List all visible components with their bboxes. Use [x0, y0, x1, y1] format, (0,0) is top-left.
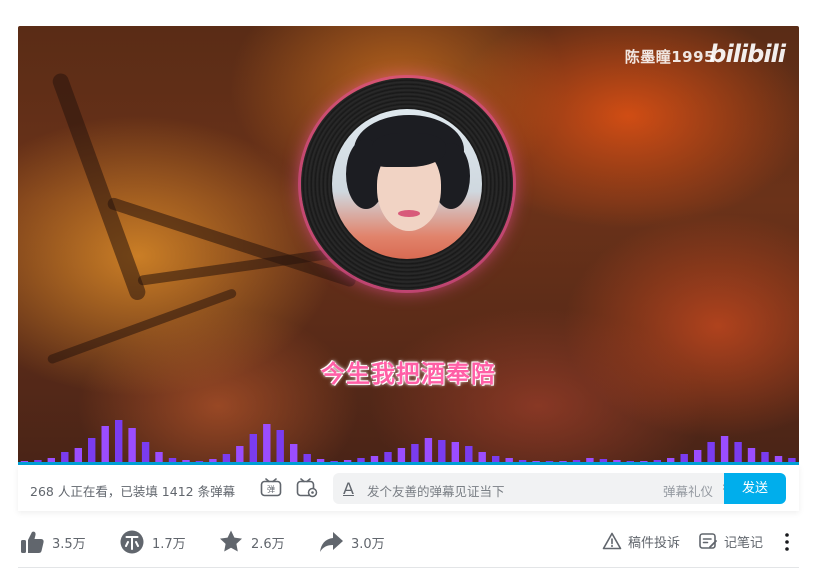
background-branch [50, 71, 148, 303]
section-divider [18, 567, 799, 568]
thumbs-up-icon [21, 531, 44, 553]
share-button[interactable]: 3.0万 [317, 528, 385, 556]
spectrum-bar [276, 430, 284, 464]
spectrum-bar [438, 440, 446, 464]
uploader-watermark: 陈墨瞳1995 [624, 48, 715, 66]
notes-icon [699, 533, 717, 549]
spectrum-bar [128, 428, 136, 464]
video-player[interactable]: 陈墨瞳1995 bilibili 今生我把酒奉陪 [18, 26, 799, 464]
spectrum-bar [101, 426, 109, 464]
favorite-button[interactable]: 2.6万 [217, 528, 285, 556]
spectrum-bar [290, 444, 298, 464]
svg-text:弹: 弹 [267, 484, 275, 494]
like-count: 3.5万 [52, 536, 86, 552]
spectrum-bar [115, 420, 123, 464]
spectrum-bar [734, 442, 742, 464]
more-options-icon[interactable] [782, 531, 792, 553]
warning-icon [602, 532, 622, 550]
spectrum-bar [707, 442, 715, 464]
audio-spectrum [20, 420, 796, 464]
favorite-count: 2.6万 [251, 536, 285, 552]
cover-lips [398, 210, 420, 217]
send-danmaku-button[interactable]: 发送 [724, 473, 786, 504]
report-button[interactable]: 稿件投诉 [602, 531, 680, 551]
danmaku-placeholder: 发个友善的弹幕见证当下 [367, 484, 505, 499]
report-label: 稿件投诉 [628, 535, 681, 551]
spectrum-bar [411, 444, 419, 464]
danmaku-toggle-icon[interactable]: 弹 [260, 478, 282, 498]
bilibili-logo: bilibili [709, 40, 786, 68]
danmaku-input[interactable]: A 发个友善的弹幕见证当下 弹幕礼仪 › [333, 473, 733, 504]
text-style-icon[interactable]: A [343, 479, 354, 498]
spectrum-bar [451, 442, 459, 464]
viewer-count-text: 268 人正在看，已装填 1412 条弹幕 [30, 484, 236, 499]
share-arrow-icon [320, 532, 343, 552]
spectrum-bar [88, 438, 96, 464]
spectrum-bar [424, 438, 433, 464]
spectrum-bar [249, 434, 257, 464]
cover-bangs [372, 133, 446, 167]
coin-count: 1.7万 [152, 536, 186, 552]
lyric-subtitle: 今生我把酒奉陪 [321, 360, 496, 388]
danmaku-settings-icon[interactable] [296, 478, 318, 498]
take-notes-button[interactable]: 记笔记 [698, 531, 763, 551]
star-icon [220, 530, 242, 552]
danmaku-send-bar: 268 人正在看，已装填 1412 条弹幕 弹 A 发个友善的弹幕见证当下 弹幕… [18, 465, 799, 511]
share-count: 3.0万 [351, 536, 385, 552]
album-cover [332, 109, 482, 259]
spectrum-bar [720, 436, 729, 464]
like-button[interactable]: 3.5万 [18, 528, 86, 556]
coin-button[interactable]: 1.7万 [118, 528, 186, 556]
vinyl-disc [301, 78, 513, 290]
spectrum-bar [263, 424, 271, 464]
danmaku-etiquette-link[interactable]: 弹幕礼仪 [663, 481, 713, 500]
video-action-bar: 3.5万 1.7万 2.6万 3.0万 稿件投诉 记笔记 [18, 522, 799, 562]
notes-label: 记笔记 [724, 535, 764, 551]
coin-icon [120, 530, 144, 554]
spectrum-bar [141, 442, 150, 464]
